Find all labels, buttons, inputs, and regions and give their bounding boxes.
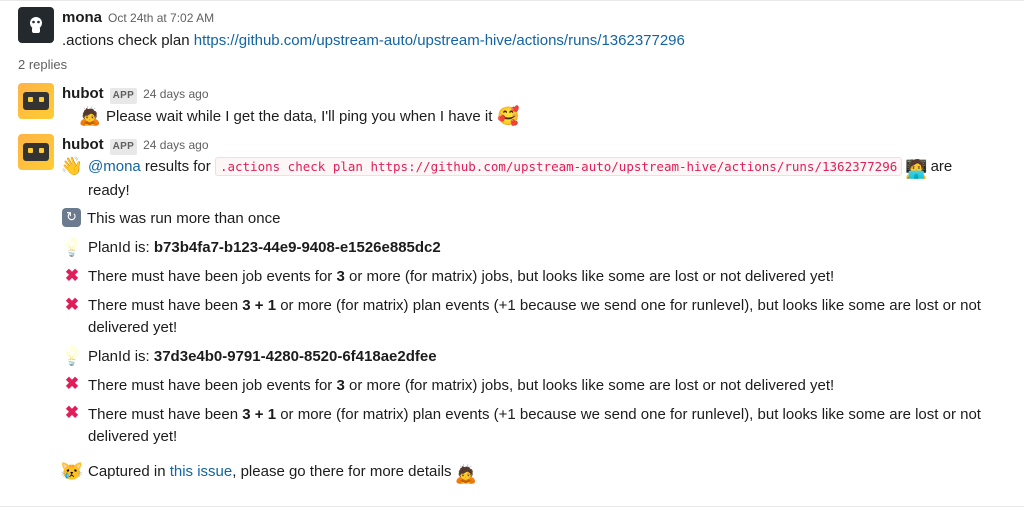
octocat-icon [24,13,48,37]
plan-label: PlanId is: [88,239,154,256]
multi-run-text: This was run more than once [87,208,996,230]
repeat-icon: ↻ [62,208,81,227]
sender-name[interactable]: mona [62,7,102,29]
message-timestamp[interactable]: 24 days ago [143,137,208,155]
message-body: hubot APP 24 days ago 👋 @mona results fo… [62,134,1006,492]
message-body: mona Oct 24th at 7:02 AM .actions check … [62,7,1006,52]
cat-emoji-icon: 😿 [62,461,82,481]
message-timestamp[interactable]: 24 days ago [143,86,208,104]
replies-count[interactable]: 2 replies [0,54,1024,79]
parent-message[interactable]: mona Oct 24th at 7:02 AM .actions check … [0,1,1024,54]
reply-text: Please wait while I get the data, I'll p… [106,106,492,128]
plan-id: 37d3e4b0-9791-4280-8520-6f418ae2dfee [154,348,437,365]
cross-mark-icon [62,295,82,315]
technologist-emoji-icon: 🧑‍💻 [906,160,926,180]
cross-mark-icon [62,375,82,395]
results-for-text: results for [141,158,215,175]
message-thread: mona Oct 24th at 7:02 AM .actions check … [0,0,1024,507]
command-text: .actions check plan [62,32,194,49]
hubot-icon [23,92,49,110]
message-header: mona Oct 24th at 7:02 AM [62,7,1006,29]
avatar[interactable] [18,134,54,170]
avatar[interactable] [18,7,54,43]
app-badge: APP [110,139,137,156]
command-code: .actions check plan https://github.com/u… [215,157,902,176]
message-header: hubot APP 24 days ago [62,134,996,156]
plan-label: PlanId is: [88,348,154,365]
avatar[interactable] [18,83,54,119]
sender-name[interactable]: hubot [62,83,104,105]
cross-mark-icon [62,404,82,424]
run-url-link[interactable]: https://github.com/upstream-auto/upstrea… [194,32,685,49]
bulb-icon [62,346,82,366]
issue-link[interactable]: this issue [170,463,233,480]
app-badge: APP [110,88,137,105]
hey-emoji-icon: 👋 [62,156,82,176]
message-body: hubot APP 24 days ago 🙇 Please wait whil… [62,83,1006,128]
heart-face-emoji-icon: 🥰 [498,106,518,126]
bow-emoji-icon: 🙇 [456,465,476,485]
hubot-icon [23,143,49,161]
message-timestamp[interactable]: Oct 24th at 7:02 AM [108,10,214,28]
plan-id: b73b4fa7-b123-44e9-9408-e1526e885dc2 [154,239,441,256]
sender-name[interactable]: hubot [62,134,104,156]
captured-post: , please go there for more details [232,463,451,480]
message-text: 👋 @mona results for .actions check plan … [62,156,996,484]
cross-mark-icon [62,266,82,286]
message-header: hubot APP 24 days ago [62,83,996,105]
please-wait-emoji-icon: 🙇 [80,106,100,126]
bulb-icon [62,237,82,257]
message-text: 🙇 Please wait while I get the data, I'll… [62,106,996,128]
captured-pre: Captured in [88,463,170,480]
message-text: .actions check plan https://github.com/u… [62,30,1006,52]
mention-link[interactable]: @mona [88,158,141,175]
reply-message[interactable]: hubot APP 24 days ago 🙇 Please wait whil… [0,79,1024,130]
reply-message[interactable]: hubot APP 24 days ago 👋 @mona results fo… [0,130,1024,494]
